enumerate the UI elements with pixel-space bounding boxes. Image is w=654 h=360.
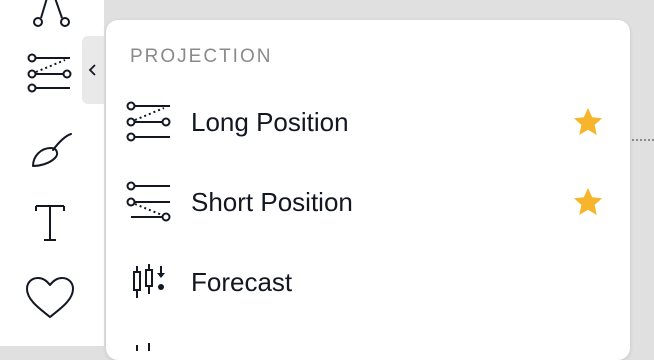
short-position-icon — [126, 181, 171, 222]
forecast-icon — [133, 264, 165, 298]
section-title: PROJECTION — [130, 46, 273, 67]
expand-toolbar-button[interactable] — [82, 36, 104, 104]
chevron-left-icon — [88, 64, 96, 76]
heart-icon — [26, 277, 74, 318]
text-tool-button[interactable] — [20, 196, 80, 248]
projection-tool-button[interactable] — [20, 46, 80, 98]
pattern-icon — [33, 0, 70, 27]
menu-item-forecast[interactable]: Forecast — [106, 242, 630, 322]
brush-icon — [32, 133, 72, 167]
projection-menu-panel: PROJECTION Long Position Short Position … — [106, 20, 630, 360]
star-icon[interactable] — [572, 186, 604, 218]
favorites-tool-button[interactable] — [20, 272, 80, 324]
brush-tool-button[interactable] — [20, 124, 80, 176]
menu-item-long-position[interactable]: Long Position — [106, 82, 630, 162]
next-menu-item-icon — [124, 338, 174, 351]
menu-item-label: Short Position — [191, 187, 353, 217]
long-position-icon — [27, 53, 72, 93]
star-icon[interactable] — [572, 106, 604, 138]
long-position-icon — [126, 101, 171, 142]
menu-item-label: Long Position — [191, 107, 349, 137]
menu-item-label: Forecast — [191, 267, 293, 297]
pattern-tool-button[interactable] — [20, 0, 80, 38]
drawing-toolbar — [0, 0, 104, 346]
menu-item-short-position[interactable]: Short Position — [106, 162, 630, 242]
text-icon — [35, 205, 65, 241]
chart-drawing-line — [632, 139, 654, 141]
